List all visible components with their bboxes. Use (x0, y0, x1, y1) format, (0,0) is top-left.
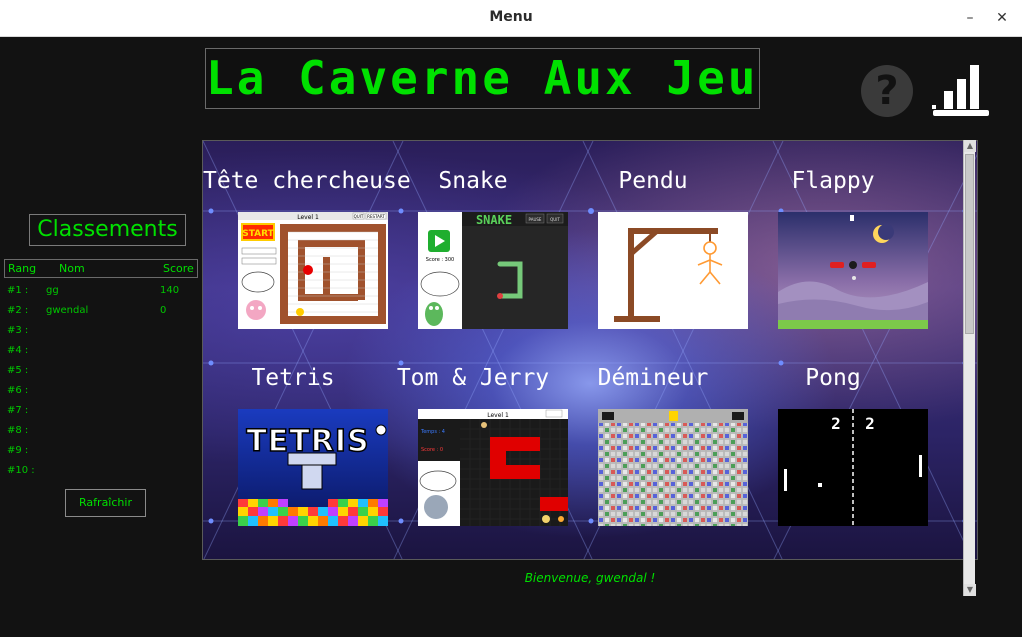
tom-jerry-thumbnail[interactable]: Level 1 Temps : 4 Score : 0 (418, 409, 568, 526)
maze-quit-label: QUIT (354, 214, 364, 219)
column-score: Score (163, 262, 194, 275)
game-grid: Tête chercheuse Level 1 QUIT RESTART STA… (202, 140, 978, 560)
rank-cell: #5 : (7, 365, 29, 376)
game-title: Tom & Jerry (396, 365, 550, 391)
rank-cell: #7 : (7, 405, 29, 416)
maze-start-label: START (242, 229, 274, 239)
rank-cell: #4 : (7, 345, 29, 356)
score-cell (152, 341, 196, 361)
help-icon[interactable]: ? (861, 65, 913, 117)
maze-restart-label: RESTART (367, 214, 385, 219)
scroll-up-icon[interactable]: ▲ (964, 140, 976, 152)
close-icon[interactable]: ✕ (992, 8, 1012, 28)
tj-score-label: Score : 0 (421, 447, 443, 453)
column-name: Nom (59, 262, 85, 275)
snake-pause-label: PAUSE (529, 217, 542, 222)
score-cell (152, 381, 196, 401)
name-cell: gg (46, 285, 59, 296)
pong-thumbnail[interactable]: 2 2 (778, 409, 928, 526)
minimize-icon[interactable]: – (960, 8, 980, 28)
tj-time-label: Temps : 4 (420, 429, 445, 435)
window-titlebar: Menu – ✕ (0, 0, 1022, 37)
minesweeper-thumbnail[interactable] (598, 409, 748, 526)
name-cell (42, 361, 152, 381)
game-title: Démineur (597, 365, 709, 391)
snake-title-label: SNAKE (476, 213, 512, 227)
name-cell (42, 341, 152, 361)
leaderboard-header: Rang Nom Score (4, 259, 198, 278)
table-row: #6 : (4, 381, 198, 401)
name-cell (42, 441, 152, 461)
game-title: Pendu (618, 168, 688, 194)
column-rank: Rang (8, 262, 37, 275)
rank-cell: #10 : (7, 465, 35, 476)
rank-cell: #2 : (7, 305, 29, 316)
pong-right-score: 2 (865, 414, 875, 433)
table-row: #4 : (4, 341, 198, 361)
score-cell: 140 (160, 285, 180, 296)
app-body: La Caverne Aux Jeux ? Classements Rang N… (0, 37, 1022, 637)
rank-cell: #1 : (7, 285, 29, 296)
table-row: #1 : gg 140 (4, 281, 198, 301)
table-row: #10 : (4, 461, 198, 481)
leaderboard-title: Classements (29, 214, 186, 246)
name-cell (42, 401, 152, 421)
snake-quit-label: QUIT (550, 217, 560, 222)
table-row: #3 : (4, 321, 198, 341)
score-cell (152, 361, 196, 381)
game-title: Flappy (791, 168, 875, 194)
rank-cell: #6 : (7, 385, 29, 396)
score-cell (152, 461, 196, 481)
pong-left-score: 2 (831, 414, 841, 433)
table-row: #5 : (4, 361, 198, 381)
window-title: Menu (489, 9, 533, 25)
game-title: Pong (805, 365, 861, 391)
welcome-message: Bienvenue, gwendal ! (524, 571, 656, 585)
hangman-thumbnail[interactable] (598, 212, 748, 329)
table-row: #9 : (4, 441, 198, 461)
leaderboard-table: Rang Nom Score #1 : gg 140 #2 : gwendal 0 #3… (4, 259, 198, 481)
score-cell (152, 441, 196, 461)
name-cell (42, 381, 152, 401)
app-banner-title: La Caverne Aux Jeux (205, 48, 760, 109)
maze-level-label: Level 1 (297, 214, 319, 221)
game-title: Tetris (251, 365, 335, 391)
scrollbar-thumb[interactable] (965, 154, 974, 334)
maze-game-thumbnail[interactable]: Level 1 QUIT RESTART START (238, 212, 388, 329)
game-title: Tête chercheuse (203, 168, 411, 194)
table-row: #2 : gwendal 0 (4, 301, 198, 321)
game-grid-scrollbar[interactable]: ▲ ▼ (963, 140, 976, 596)
rank-cell: #8 : (7, 425, 29, 436)
table-row: #8 : (4, 421, 198, 441)
scroll-down-icon[interactable]: ▼ (964, 584, 976, 596)
refresh-button[interactable]: Rafraîchir (65, 489, 146, 517)
name-cell: gwendal (46, 305, 89, 316)
score-cell (152, 421, 196, 441)
tetris-thumbnail[interactable]: TETRIS (238, 409, 388, 526)
score-cell (152, 321, 196, 341)
snake-game-thumbnail[interactable]: SNAKE PAUSE QUIT Score : 300 (418, 212, 568, 329)
score-cell (152, 401, 196, 421)
tj-level-label: Level 1 (487, 412, 509, 419)
game-title: Snake (438, 168, 508, 194)
stats-icon[interactable] (930, 61, 992, 117)
flappy-thumbnail[interactable] (778, 212, 928, 329)
rank-cell: #9 : (7, 445, 29, 456)
snake-score-label: Score : 300 (426, 257, 454, 263)
name-cell (42, 321, 152, 341)
score-cell: 0 (160, 305, 167, 316)
name-cell (42, 461, 152, 481)
table-row: #7 : (4, 401, 198, 421)
name-cell (42, 421, 152, 441)
rank-cell: #3 : (7, 325, 29, 336)
